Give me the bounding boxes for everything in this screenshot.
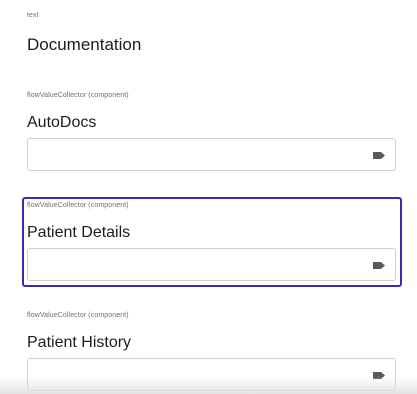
component-type-label: flowValueCollector (component) xyxy=(27,202,129,209)
tag-icon[interactable] xyxy=(372,261,386,270)
autodocs-value-field[interactable] xyxy=(27,138,396,171)
autodocs-collector[interactable]: flowValueCollector (component) AutoDocs xyxy=(27,92,396,172)
collector-title: Patient Details xyxy=(27,224,131,241)
scroll-fade xyxy=(0,376,417,394)
collector-title: Patient History xyxy=(27,334,132,351)
tag-icon[interactable] xyxy=(372,151,386,160)
component-type-label: flowValueCollector (component) xyxy=(27,312,129,319)
component-type-label: flowValueCollector (component) xyxy=(27,92,129,99)
patient-details-collector[interactable]: flowValueCollector (component) Patient D… xyxy=(27,202,396,282)
component-type-label: text xyxy=(27,12,39,19)
documentation-title: Documentation xyxy=(27,35,142,54)
patient-details-value-field[interactable] xyxy=(27,248,396,281)
collector-title: AutoDocs xyxy=(27,114,97,131)
text-component[interactable]: text Documentation xyxy=(27,12,396,55)
